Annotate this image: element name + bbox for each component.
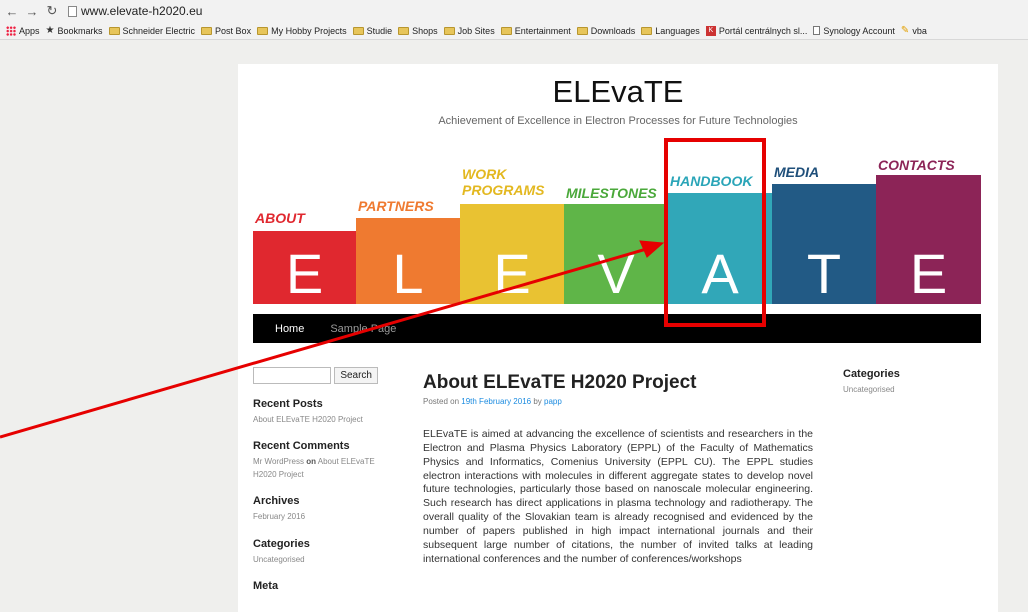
annotation-arrow-icon: [0, 240, 665, 439]
arrow-line: [0, 246, 651, 439]
arrow-head: [639, 240, 665, 258]
